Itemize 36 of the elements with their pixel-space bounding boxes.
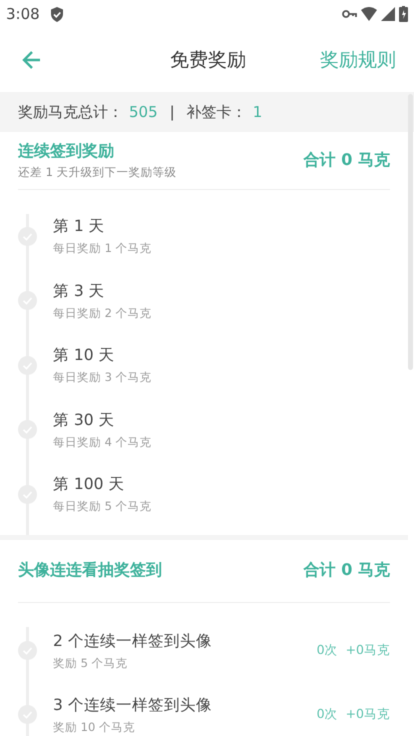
key-icon: [342, 9, 357, 19]
reward-title: 3 个连续一样签到头像: [53, 694, 213, 716]
reward-detail: 每日奖励 5 个马克: [53, 499, 153, 514]
card-label: 补签卡：: [186, 102, 247, 122]
reward-detail: 每日奖励 3 个马克: [53, 370, 153, 386]
count-text: 0次: [316, 706, 338, 723]
total-value: 505: [129, 103, 158, 121]
section-subtitle: 还差 1 天升级到下一奖励等级: [18, 165, 177, 180]
status-time: 3:08: [6, 5, 40, 23]
card-value: 1: [252, 103, 262, 121]
gain-text: +0马克: [346, 642, 390, 659]
reward-title: 第 30 天: [53, 410, 116, 431]
section-total: 合计 0 马克: [304, 150, 390, 171]
reward-detail: 每日奖励 4 个马克: [53, 434, 153, 450]
wifi-icon: [361, 7, 377, 21]
section-title: 连续签到奖励: [18, 141, 115, 162]
reward-detail: 奖励 10 个马克: [53, 720, 136, 734]
shield-icon: [50, 6, 64, 22]
reward-title: 2 个连续一样签到头像: [53, 630, 213, 652]
reward-detail: 奖励 5 个马克: [53, 656, 129, 670]
reward-title: 第 3 天: [53, 280, 106, 302]
reward-title: 第 100 天: [53, 474, 126, 496]
rules-link[interactable]: 奖励规则: [320, 47, 396, 73]
reward-title: 第 10 天: [53, 345, 116, 366]
count-text: 0次: [316, 642, 338, 659]
page-title: 免费奖励: [170, 48, 246, 73]
reward-title: 第 1 天: [53, 216, 106, 238]
total-label: 奖励马克总计：: [18, 102, 123, 122]
gain-text: +0马克: [346, 706, 390, 723]
battery-icon: [399, 6, 408, 22]
section-title: 头像连连看抽奖签到: [18, 560, 162, 581]
signal-icon: [381, 7, 395, 21]
separator: |: [170, 103, 175, 121]
reward-detail: 每日奖励 2 个马克: [53, 306, 153, 321]
section-total: 合计 0 马克: [304, 560, 390, 581]
reward-detail: 每日奖励 1 个马克: [53, 241, 153, 256]
